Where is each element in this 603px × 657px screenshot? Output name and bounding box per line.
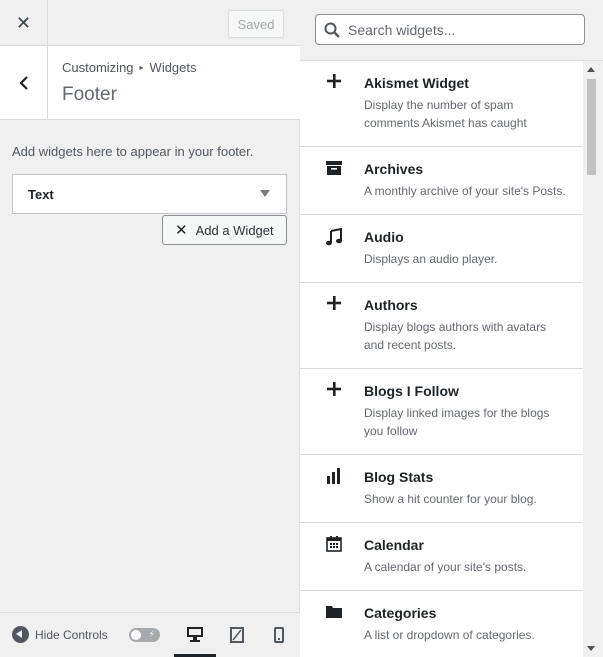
widget-list-item[interactable]: Blogs I Follow Display linked images for … [300,369,583,455]
customizer-header: ✕ Saved [0,0,300,46]
widget-list-item-title: Archives [364,161,424,177]
plus-icon [324,382,344,402]
device-tablet-button[interactable] [216,613,258,657]
mobile-icon [274,627,284,643]
search-icon [324,22,340,38]
section-title: Footer [62,84,117,105]
widget-list-item[interactable]: Categories A list or dropdown of categori… [300,591,583,657]
widget-list-item[interactable]: Blog Stats Show a hit counter for your bl… [300,455,583,523]
device-desktop-button[interactable] [174,613,216,657]
widget-list-item-description: A list or dropdown of categories. [364,628,535,642]
scroll-up-arrow[interactable] [587,67,595,72]
add-widget-button[interactable]: ✕ Add a Widget [162,215,287,245]
widget-list-item-description: Show a hit counter for your blog. [364,492,537,506]
close-icon: ✕ [15,12,32,33]
widget-list-item-description: Display blogs authors with avatars and r… [364,320,547,352]
back-button[interactable] [0,46,48,119]
expand-arrow-icon[interactable] [260,190,270,197]
customizer-controls: ✕ Saved Customizing ▸ Widgets Footer Add… [0,0,300,657]
chart-bar-icon [324,468,344,488]
close-icon: ✕ [175,222,188,239]
widget-list-item-title: Audio [364,229,404,245]
plus-icon [324,296,344,316]
widget-list-container: Akismet Widget Display the number of spam… [300,60,603,657]
device-mobile-button[interactable] [258,613,300,657]
widget-list-item-description: Display the number of spam comments Akis… [364,98,527,130]
widget-list-item-title: Categories [364,605,437,621]
scrollbar-thumb[interactable] [587,79,596,175]
widget-list-item-title: Blogs I Follow [364,383,459,399]
widget-list-item-title: Authors [364,297,418,313]
calendar-icon [324,536,344,556]
lightning-icon: ⚡ [148,629,155,639]
breadcrumb-current: Widgets [149,60,197,75]
widget-list-item[interactable]: Audio Displays an audio player. [300,215,583,283]
tablet-icon [230,627,244,643]
archive-icon [324,160,344,180]
widget-list-item-description: Displays an audio player. [364,252,498,266]
plus-icon [324,74,344,94]
preview-toggle[interactable]: ⚡ [129,628,160,642]
widget-item-label: Text [28,186,54,202]
hide-controls-label: Hide Controls [35,627,108,642]
toggle-knob [131,630,141,640]
widget-list-item-description: A calendar of your site's posts. [364,560,527,574]
widget-list: Akismet Widget Display the number of spam… [300,61,583,657]
customizer-footer: Hide Controls ⚡ [0,612,300,657]
widget-item-text[interactable]: Text [12,174,287,214]
widget-list-item-description: Display linked images for the blogs you … [364,406,550,438]
breadcrumb-separator: ▸ [139,63,144,72]
collapse-arrow-icon [12,626,29,643]
scrollbar[interactable] [583,61,600,657]
desktop-icon [187,626,203,642]
scroll-down-arrow[interactable] [587,646,595,651]
music-icon [324,228,344,248]
available-widgets-panel: Akismet Widget Display the number of spam… [300,0,603,657]
widget-list-item-title: Blog Stats [364,469,434,485]
chevron-left-icon [18,75,28,90]
search-input[interactable] [348,21,578,38]
hide-controls-button[interactable]: Hide Controls [12,626,108,643]
section-description: Add widgets here to appear in your foote… [12,144,254,159]
widget-list-item[interactable]: Authors Display blogs authors with avatar… [300,283,583,369]
add-widget-label: Add a Widget [195,222,274,238]
close-customizer-button[interactable]: ✕ [0,0,48,46]
widget-list-item[interactable]: Akismet Widget Display the number of spam… [300,61,583,147]
widget-search [315,14,585,45]
breadcrumb: Customizing ▸ Widgets [62,60,197,75]
widget-list-item[interactable]: Calendar A calendar of your site's posts. [300,523,583,591]
breadcrumb-parent: Customizing [62,60,134,75]
widget-list-item-description: A monthly archive of your site's Posts. [364,184,566,198]
folder-icon [324,604,344,624]
widget-list-item-title: Calendar [364,537,424,553]
section-header: Customizing ▸ Widgets Footer [0,46,300,120]
widget-list-item[interactable]: Archives A monthly archive of your site's… [300,147,583,215]
widget-list-item-title: Akismet Widget [364,75,469,91]
save-button[interactable]: Saved [228,10,284,38]
